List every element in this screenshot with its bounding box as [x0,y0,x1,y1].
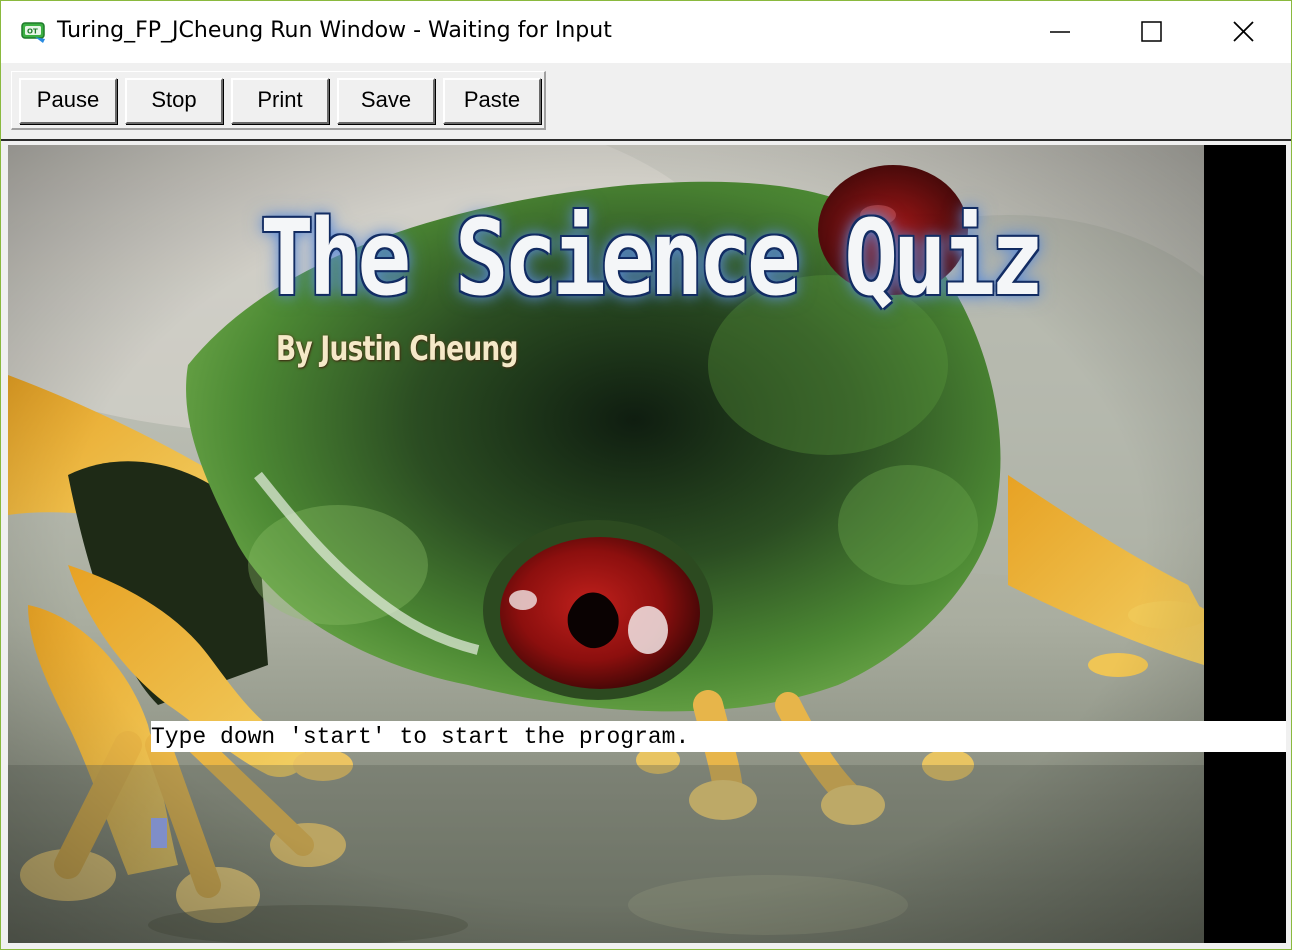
print-button[interactable]: Print [231,78,329,124]
turing-app-icon: OT [21,22,45,43]
prompt-line: Type down 'start' to start the program. [151,721,1286,752]
quiz-author-graphic: By Justin Cheung [276,329,519,369]
prompt-text: Type down 'start' to start the program. [151,724,690,750]
window-title: Turing_FP_JCheung Run Window - Waiting f… [57,18,612,43]
maximize-button[interactable] [1106,1,1198,63]
quiz-title-graphic: The Science Quiz [260,197,1044,319]
input-cursor[interactable] [151,818,167,848]
close-button[interactable] [1198,1,1290,63]
toolbar: Pause Stop Print Save Paste [1,63,1291,139]
minimize-button[interactable] [1014,1,1106,63]
title-bar[interactable]: OT Turing_FP_JCheung Run Window - Waitin… [1,1,1291,63]
maximize-icon [1141,21,1162,42]
close-icon [1233,21,1254,42]
save-button[interactable]: Save [337,78,435,124]
svg-text:OT: OT [27,28,38,36]
toolbar-divider [1,139,1291,141]
stop-button[interactable]: Stop [125,78,223,124]
pause-button[interactable]: Pause [19,78,117,124]
paste-button[interactable]: Paste [443,78,541,124]
minimize-icon [1050,31,1070,33]
run-window: OT Turing_FP_JCheung Run Window - Waitin… [0,0,1292,950]
run-canvas[interactable]: The Science Quiz By Justin Cheung Type d… [8,145,1286,943]
